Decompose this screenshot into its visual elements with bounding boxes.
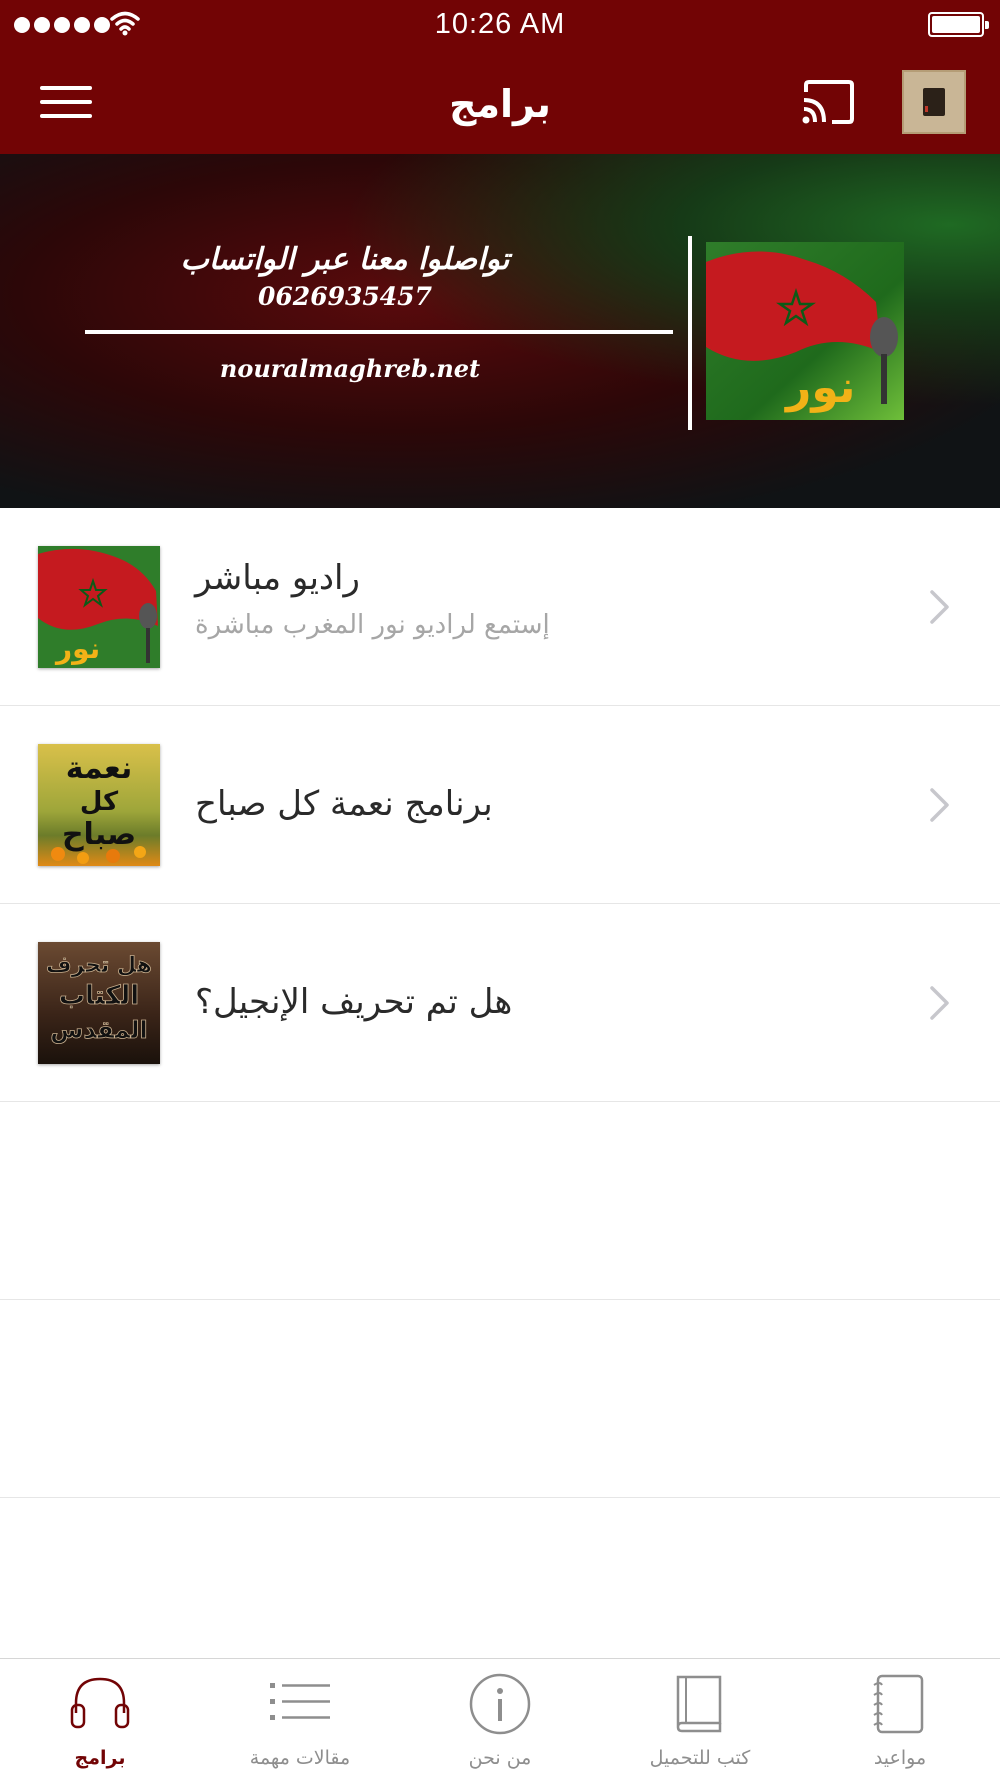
notebook-icon <box>873 1674 924 1734</box>
book-icon <box>923 88 945 116</box>
app-screen: 10:26 AM برامج تواصلوا معنا عبر الواتساب… <box>0 0 1000 1778</box>
tab-important-articles[interactable]: مقالات مهمة <box>200 1659 400 1778</box>
bible-corruption-art: هل تحرف الكتاب المقدس <box>46 953 153 1045</box>
list-item-title: راديو مباشر <box>195 558 360 598</box>
banner-phone: 0626935457 <box>258 282 432 311</box>
top-bar: 10:26 AM برامج <box>0 0 1000 154</box>
morning-grace-word-2: كل <box>80 787 119 817</box>
morning-grace-thumbnail: نعمة كل صباح <box>38 744 160 866</box>
svg-text:نور: نور <box>784 362 855 413</box>
status-bar: 10:26 AM <box>0 0 1000 50</box>
list-icon <box>270 1683 330 1720</box>
banner-vertical-divider <box>688 236 692 430</box>
list-item-morning-grace[interactable]: نعمة كل صباح برنامج نعمة كل صباح <box>0 706 1000 904</box>
morning-grace-word-1: نعمة <box>66 751 133 786</box>
headphones-icon <box>70 1677 130 1729</box>
tab-label: كتب للتحميل <box>649 1747 751 1769</box>
bible-corruption-thumbnail: هل تحرف الكتاب المقدس <box>38 942 160 1064</box>
svg-text:نور: نور <box>54 632 100 665</box>
banner-headline: تواصلوا معنا عبر الواتساب <box>180 242 510 277</box>
book-icon <box>676 1675 722 1733</box>
chevron-right-icon <box>930 788 949 822</box>
promo-banner[interactable]: تواصلوا معنا عبر الواتساب 0626935457 nou… <box>0 154 1000 508</box>
tab-label: برامج <box>74 1747 126 1769</box>
bible-word-1: هل تحرف <box>46 953 152 978</box>
radio-logo-icon: نور <box>706 242 904 420</box>
banner-divider <box>85 330 673 334</box>
empty-row <box>0 1300 1000 1498</box>
morning-grace-word-3: صباح <box>62 817 136 852</box>
cast-icon[interactable] <box>800 78 856 126</box>
battery-icon <box>928 12 989 37</box>
tab-programs[interactable]: برامج <box>0 1659 200 1778</box>
tab-appointments[interactable]: مواعيد <box>800 1659 1000 1778</box>
list-item-bible-corruption[interactable]: هل تحرف الكتاب المقدس هل تم تحريف الإنجي… <box>0 904 1000 1102</box>
chevron-right-icon <box>930 986 949 1020</box>
list-item-title: برنامج نعمة كل صباح <box>195 784 493 824</box>
morning-grace-art: نعمة كل صباح <box>51 751 146 864</box>
tab-bar: برامج مقالات مهمة من نحن كتب للتحميل موا… <box>0 1658 1000 1778</box>
live-radio-thumbnail: نور <box>38 546 160 668</box>
list-item-live-radio[interactable]: نور راديو مباشر إستمع لراديو نور المغرب … <box>0 508 1000 706</box>
tab-label: مواعيد <box>873 1747 927 1769</box>
list-item-title: هل تم تحريف الإنجيل؟ <box>195 982 513 1022</box>
programs-list: نور راديو مباشر إستمع لراديو نور المغرب … <box>0 508 1000 1498</box>
chevron-right-icon <box>930 590 949 624</box>
empty-row <box>0 1102 1000 1300</box>
bible-word-2: الكتاب <box>59 981 139 1011</box>
tab-download-books[interactable]: كتب للتحميل <box>600 1659 800 1778</box>
tab-about-us[interactable]: من نحن <box>400 1659 600 1778</box>
bible-book-button[interactable] <box>902 70 966 134</box>
tab-label: مقالات مهمة <box>249 1747 351 1769</box>
bible-word-3: المقدس <box>50 1016 148 1044</box>
status-time: 10:26 AM <box>434 8 566 40</box>
tab-label: من نحن <box>468 1747 532 1769</box>
info-icon <box>469 1673 531 1735</box>
banner-url: nouralmaghreb.net <box>219 354 481 383</box>
list-item-subtitle: إستمع لراديو نور المغرب مباشرة <box>195 610 550 640</box>
